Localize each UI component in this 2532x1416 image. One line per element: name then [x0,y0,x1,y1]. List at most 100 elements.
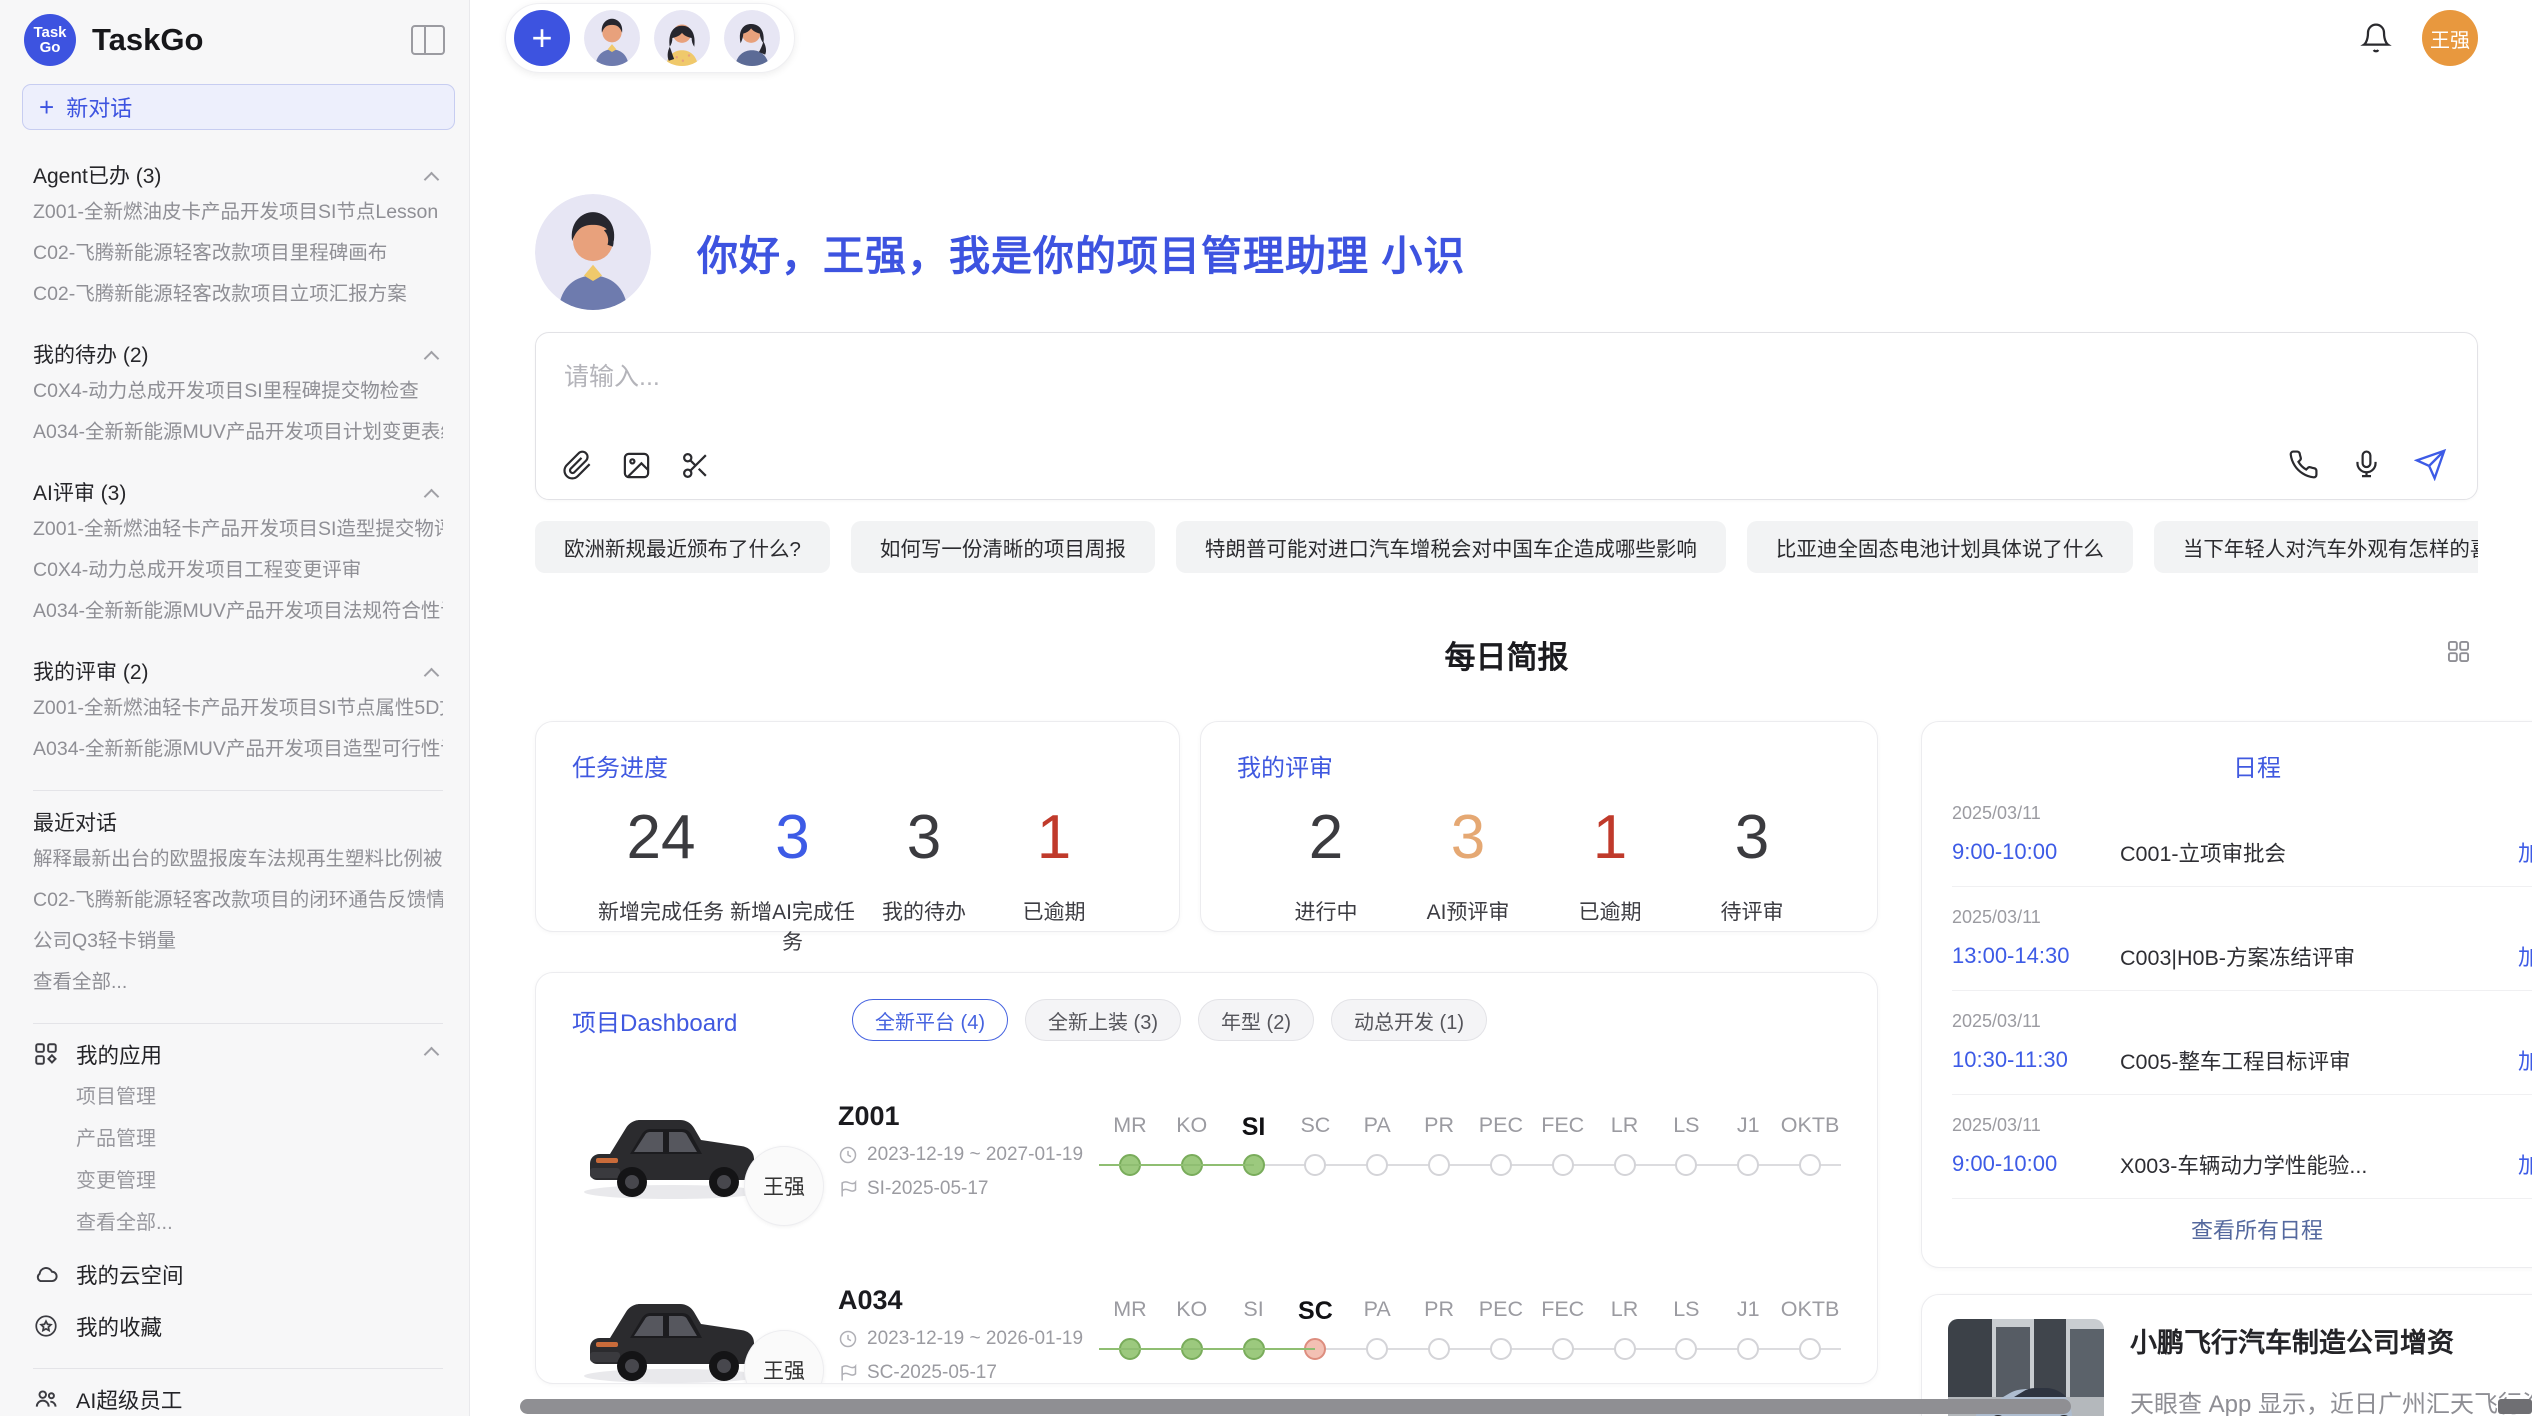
chevron-up-icon [424,489,440,505]
join-link[interactable]: 加入 [2518,940,2532,972]
schedule-event: 2025/03/11 9:00-10:00 C001-立项审批会 加入 [1952,783,2532,887]
list-item[interactable]: Z001-全新燃油皮卡产品开发项目SI节点Lesson Learn报告 [33,192,443,233]
milestone-label: PEC [1470,1113,1532,1142]
milestone-label: PA [1346,1297,1408,1326]
event-name: C001-立项审批会 [2120,837,2506,868]
scrollbar-corner [2498,1399,2532,1414]
divider [33,790,443,791]
suggestion-chip[interactable]: 特朗普可能对进口汽车增税会对中国车企造成哪些影响 [1176,521,1726,573]
app-grid-icon [33,1041,59,1067]
user-avatar[interactable]: 王强 [2422,10,2478,66]
milestone-label: LS [1655,1113,1717,1142]
stat: 24新增完成任务 [596,807,726,956]
project-next-milestone: SC-2025-05-17 [838,1362,1093,1384]
filter-chip[interactable]: 动总开发 (1) [1331,999,1487,1041]
suggestion-chip[interactable]: 欧洲新规最近颁布了什么? [535,521,830,573]
apps-view-all[interactable]: 查看全部... [33,1202,443,1244]
image-icon[interactable] [621,450,652,481]
briefing-stat-cards: 任务进度 24新增完成任务 3新增AI完成任务 3我的待办 1已逾期 我的评审 … [535,721,1878,932]
new-chat-button[interactable]: + 新对话 [22,84,455,130]
join-link[interactable]: 加入 [2518,1044,2532,1076]
add-member-button[interactable]: + [514,10,570,66]
sidebar-item-ai-super-staff[interactable]: AI超级员工 [33,1377,443,1416]
scrollbar-thumb[interactable] [520,1399,2071,1414]
milestone-label: FEC [1532,1113,1594,1142]
list-item[interactable]: Z001-全新燃油轻卡产品开发项目SI节点属性5D文件评审 [33,688,443,729]
sidebar-item-change-mgmt[interactable]: 变更管理 [33,1160,443,1202]
section-my-todo[interactable]: 我的待办 (2) [33,341,443,371]
bell-icon[interactable] [2360,22,2392,54]
section-agent-done[interactable]: Agent已办 (3) [33,162,443,192]
join-link[interactable]: 加入 [2518,1148,2532,1180]
avatar[interactable] [654,10,710,66]
sidebar-item-favorites[interactable]: 我的收藏 [33,1304,443,1348]
milestone-label: SI [1223,1297,1285,1326]
recent-view-all[interactable]: 查看全部... [33,962,443,1003]
list-item[interactable]: C02-飞腾新能源轻客改款项目立项汇报方案 [33,274,443,315]
list-item[interactable]: 解释最新出台的欧盟报废车法规再生塑料比例被调至15%... [33,839,443,880]
dashboard-title: 项目Dashboard [572,1003,852,1038]
list-item[interactable]: A034-全新新能源MUV产品开发项目造型可行性评审 [33,729,443,770]
section-my-review[interactable]: 我的评审 (2) [33,658,443,688]
stat: 1已逾期 [1545,807,1675,926]
milestone-label: KO [1161,1113,1223,1142]
project-row[interactable]: 王强 A034 2023-12-19 ~ 2026-01-19 SC-2025-… [572,1259,1841,1384]
filter-chip[interactable]: 全新上装 (3) [1025,999,1181,1041]
new-chat-label: 新对话 [66,91,132,123]
milestone-label: LR [1594,1113,1656,1142]
section-ai-review[interactable]: AI评审 (3) [33,479,443,509]
list-item[interactable]: C0X4-动力总成开发项目工程变更评审 [33,550,443,591]
sidebar-item-cloud-space[interactable]: 我的云空间 [33,1252,443,1296]
chevron-up-icon [424,351,440,367]
project-next-milestone: SI-2025-05-17 [838,1178,1093,1200]
plus-icon: + [39,92,54,123]
send-icon[interactable] [2414,448,2447,481]
sidebar-item-product-mgmt[interactable]: 产品管理 [33,1118,443,1160]
sidebar-item-my-apps[interactable]: 我的应用 [33,1032,443,1076]
event-time: 13:00-14:30 [1952,943,2120,969]
list-item[interactable]: C02-飞腾新能源轻客改款项目里程碑画布 [33,233,443,274]
milestone-label: PA [1346,1113,1408,1142]
milestone-label: OKTB [1779,1113,1841,1142]
suggestion-chips: 欧洲新规最近颁布了什么? 如何写一份清晰的项目周报 特朗普可能对进口汽车增税会对… [535,521,2478,573]
logo-text-top: Task [33,25,66,40]
filter-chip[interactable]: 年型 (2) [1198,999,1314,1041]
vehicle-image: 王强 [572,1264,824,1384]
view-all-schedule-link[interactable]: 查看所有日程 [1952,1213,2532,1245]
milestone-dot [1366,1338,1388,1360]
phone-icon[interactable] [2288,449,2319,480]
logo-text-bottom: Go [40,40,61,55]
list-item[interactable]: C02-飞腾新能源轻客改款项目的闭环通告反馈情况 [33,880,443,921]
suggestion-chip[interactable]: 当下年轻人对汽车外观有怎样的喜好趋势 [2154,521,2478,573]
sidebar-collapse-icon[interactable] [411,25,445,55]
sidebar-item-project-mgmt[interactable]: 项目管理 [33,1076,443,1118]
project-code: Z001 [838,1101,1093,1132]
milestone-dot [1675,1338,1697,1360]
list-item[interactable]: Z001-全新燃油轻卡产品开发项目SI造型提交物评审 [33,509,443,550]
join-link[interactable]: 加入 [2518,836,2532,868]
daily-briefing-title: 每日简报 [535,632,2478,677]
my-review-card: 我的评审 2进行中 3AI预评审 1已逾期 3待评审 [1200,721,1878,932]
scissors-icon[interactable] [680,450,711,481]
layout-grid-icon[interactable] [2445,638,2472,665]
avatar[interactable] [724,10,780,66]
suggestion-chip[interactable]: 比亚迪全固态电池计划具体说了什么 [1747,521,2133,573]
daily-briefing-header: 每日简报 [535,632,2478,674]
stat: 3新增AI完成任务 [726,807,859,956]
divider [33,1023,443,1024]
clock-icon [838,1329,858,1349]
chat-input[interactable] [536,333,2477,419]
list-item[interactable]: C0X4-动力总成开发项目SI里程碑提交物检查 [33,371,443,412]
list-item[interactable]: A034-全新新能源MUV产品开发项目法规符合性评审 [33,591,443,632]
avatar[interactable] [584,10,640,66]
milestone-dot [1304,1154,1326,1176]
mic-icon[interactable] [2351,449,2382,480]
filter-chip[interactable]: 全新平台 (4) [852,999,1008,1041]
event-time: 10:30-11:30 [1952,1047,2120,1073]
app-title: TaskGo [92,22,411,58]
list-item[interactable]: 公司Q3轻卡销量 [33,921,443,962]
list-item[interactable]: A034-全新新能源MUV产品开发项目计划变更表编写 [33,412,443,453]
suggestion-chip[interactable]: 如何写一份清晰的项目周报 [851,521,1155,573]
paperclip-icon[interactable] [562,450,593,481]
project-row[interactable]: 王强 Z001 2023-12-19 ~ 2027-01-19 SI-2025-… [572,1075,1841,1225]
